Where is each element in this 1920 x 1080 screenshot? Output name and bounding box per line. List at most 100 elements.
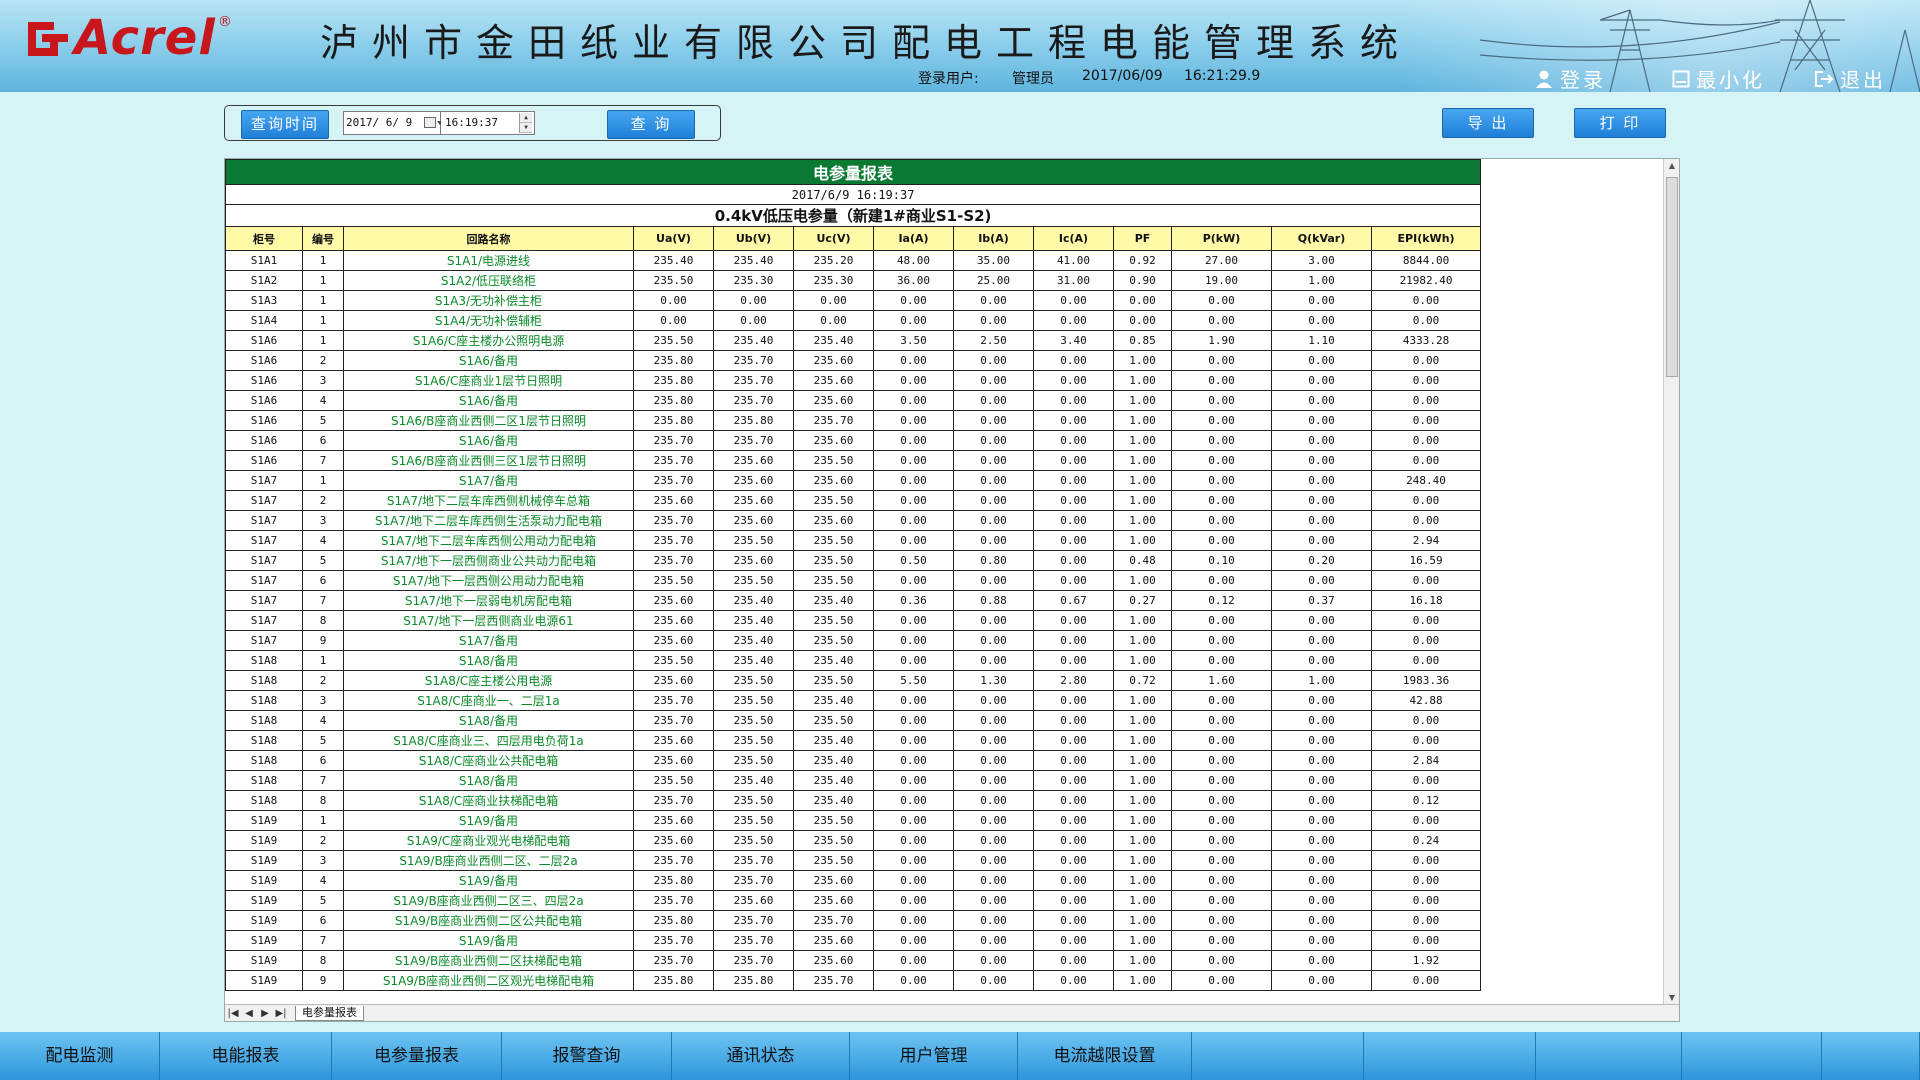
table-cell[interactable]: 235.50: [793, 710, 874, 731]
table-cell[interactable]: 0.00: [1171, 830, 1272, 851]
table-cell[interactable]: 0.00: [873, 710, 954, 731]
table-cell[interactable]: 0.00: [1033, 290, 1114, 311]
nav-item[interactable]: 电能报表: [160, 1032, 332, 1080]
table-cell[interactable]: 4: [302, 870, 344, 891]
table-cell[interactable]: 3: [302, 690, 344, 711]
table-cell[interactable]: 0.00: [873, 610, 954, 631]
table-cell[interactable]: 0.00: [1033, 610, 1114, 631]
table-cell[interactable]: 235.80: [713, 410, 794, 431]
table-cell[interactable]: 0.00: [1370, 610, 1482, 631]
table-cell[interactable]: 0.00: [873, 690, 954, 711]
circuit-name-cell[interactable]: S1A8/C座商业公共配电箱: [343, 750, 634, 771]
table-cell[interactable]: 1.00: [1113, 710, 1172, 731]
table-cell[interactable]: 235.40: [793, 770, 874, 791]
table-cell[interactable]: 4: [302, 390, 344, 411]
table-cell[interactable]: 1.10: [1271, 330, 1372, 351]
table-cell[interactable]: 0.00: [953, 350, 1034, 371]
table-cell[interactable]: S1A4: [225, 310, 303, 331]
table-cell[interactable]: 235.40: [793, 590, 874, 611]
table-cell[interactable]: 235.40: [793, 750, 874, 771]
table-cell[interactable]: 0.00: [1370, 930, 1482, 951]
table-cell[interactable]: 0.00: [1113, 310, 1172, 331]
table-cell[interactable]: 2: [302, 670, 344, 691]
table-cell[interactable]: 1.00: [1113, 750, 1172, 771]
table-cell[interactable]: 0.00: [1370, 410, 1482, 431]
table-cell[interactable]: 235.60: [633, 670, 714, 691]
table-cell[interactable]: 0.00: [1171, 290, 1272, 311]
table-cell[interactable]: 0.00: [1033, 630, 1114, 651]
table-cell[interactable]: 0.12: [1370, 790, 1482, 811]
table-cell[interactable]: 235.50: [793, 850, 874, 871]
table-cell[interactable]: 0.00: [1271, 470, 1372, 491]
circuit-name-cell[interactable]: S1A7/地下一层弱电机房配电箱: [343, 590, 634, 611]
table-cell[interactable]: 0.00: [1370, 970, 1482, 991]
table-cell[interactable]: 1.60: [1171, 670, 1272, 691]
table-cell[interactable]: 235.70: [633, 950, 714, 971]
nav-item[interactable]: 通讯状态: [672, 1032, 850, 1080]
table-cell[interactable]: 0.00: [1171, 790, 1272, 811]
table-cell[interactable]: 3.00: [1271, 250, 1372, 271]
table-cell[interactable]: 0.00: [953, 430, 1034, 451]
table-cell[interactable]: 235.40: [793, 330, 874, 351]
table-cell[interactable]: 41.00: [1033, 250, 1114, 271]
table-cell[interactable]: 235.40: [793, 650, 874, 671]
table-cell[interactable]: 0.00: [953, 810, 1034, 831]
table-cell[interactable]: 235.70: [713, 350, 794, 371]
table-cell[interactable]: 0.00: [1171, 310, 1272, 331]
table-cell[interactable]: 235.40: [713, 630, 794, 651]
report-sheet[interactable]: 电参量报表 2017/6/9 16:19:37 0.4kV低压电参量（新建1#商…: [225, 159, 1665, 1005]
table-cell[interactable]: 0.00: [1033, 930, 1114, 951]
table-cell[interactable]: 4: [302, 710, 344, 731]
table-cell[interactable]: 235.60: [633, 610, 714, 631]
nav-item[interactable]: [1536, 1032, 1682, 1080]
table-cell[interactable]: 1.00: [1113, 730, 1172, 751]
circuit-name-cell[interactable]: S1A6/C座主楼办公照明电源: [343, 330, 634, 351]
table-cell[interactable]: 0.00: [633, 290, 714, 311]
table-cell[interactable]: S1A8: [225, 690, 303, 711]
table-cell[interactable]: 5: [302, 890, 344, 911]
circuit-name-cell[interactable]: S1A8/备用: [343, 770, 634, 791]
table-cell[interactable]: 235.70: [793, 410, 874, 431]
table-cell[interactable]: 0.00: [873, 410, 954, 431]
table-cell[interactable]: 1.90: [1171, 330, 1272, 351]
table-cell[interactable]: S1A9: [225, 910, 303, 931]
table-cell[interactable]: 48.00: [873, 250, 954, 271]
export-button[interactable]: 导 出: [1442, 108, 1534, 138]
table-cell[interactable]: 0.00: [873, 350, 954, 371]
table-cell[interactable]: S1A7: [225, 510, 303, 531]
table-cell[interactable]: 235.50: [713, 710, 794, 731]
table-cell[interactable]: S1A9: [225, 930, 303, 951]
table-cell[interactable]: 36.00: [873, 270, 954, 291]
table-cell[interactable]: 0.00: [1033, 510, 1114, 531]
table-cell[interactable]: 0.00: [1370, 630, 1482, 651]
table-cell[interactable]: 1.00: [1113, 570, 1172, 591]
table-cell[interactable]: 0.00: [1370, 730, 1482, 751]
table-cell[interactable]: 0.72: [1113, 670, 1172, 691]
table-cell[interactable]: 235.50: [633, 330, 714, 351]
table-cell[interactable]: S1A6: [225, 390, 303, 411]
table-cell[interactable]: 0.00: [873, 490, 954, 511]
table-cell[interactable]: 0.00: [1171, 530, 1272, 551]
table-cell[interactable]: 0.00: [1271, 430, 1372, 451]
table-cell[interactable]: 1.00: [1113, 450, 1172, 471]
table-cell[interactable]: 235.60: [793, 470, 874, 491]
table-cell[interactable]: 3: [302, 510, 344, 531]
circuit-name-cell[interactable]: S1A7/地下一层西侧公用动力配电箱: [343, 570, 634, 591]
table-cell[interactable]: 235.50: [713, 530, 794, 551]
table-cell[interactable]: 0.00: [1370, 850, 1482, 871]
table-cell[interactable]: S1A8: [225, 770, 303, 791]
table-cell[interactable]: 0.85: [1113, 330, 1172, 351]
table-cell[interactable]: S1A8: [225, 710, 303, 731]
table-cell[interactable]: 0.00: [873, 870, 954, 891]
table-cell[interactable]: 235.20: [793, 250, 874, 271]
table-cell[interactable]: 0.00: [1171, 610, 1272, 631]
table-cell[interactable]: 0.00: [1271, 890, 1372, 911]
table-cell[interactable]: 0.00: [1370, 490, 1482, 511]
table-cell[interactable]: 1.00: [1113, 430, 1172, 451]
table-cell[interactable]: 7: [302, 770, 344, 791]
table-cell[interactable]: 0.00: [953, 910, 1034, 931]
table-cell[interactable]: 0.00: [1171, 390, 1272, 411]
table-cell[interactable]: 235.70: [633, 510, 714, 531]
table-cell[interactable]: 235.40: [713, 590, 794, 611]
table-cell[interactable]: S1A7: [225, 490, 303, 511]
